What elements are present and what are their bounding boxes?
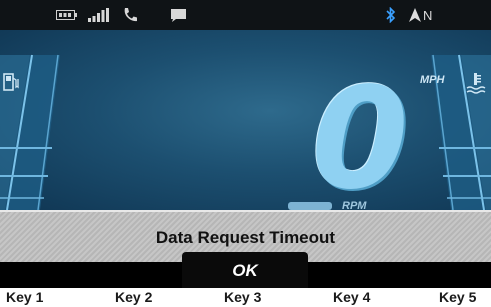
- speedometer-value: 0: [311, 58, 409, 210]
- key-labels-row: Key 1 Key 2 Key 3 Key 4 Key 5: [0, 288, 491, 307]
- speed-unit-label: MPH: [420, 74, 445, 86]
- status-bar: N: [0, 0, 491, 30]
- compass-heading: N: [423, 7, 434, 23]
- key-4-label[interactable]: Key 4: [333, 289, 370, 305]
- dashboard-cluster: MPH 0 RPM: [0, 30, 491, 210]
- key-1-label[interactable]: Key 1: [6, 289, 43, 305]
- signal-icon: [88, 6, 110, 24]
- navigation-arrow-icon: [409, 6, 421, 24]
- rpm-label: RPM: [342, 200, 367, 210]
- battery-icon: [56, 6, 78, 24]
- bluetooth-icon: [386, 6, 396, 24]
- message-icon: [170, 6, 187, 24]
- ok-button[interactable]: OK: [182, 252, 308, 288]
- key-5-label[interactable]: Key 5: [439, 289, 476, 305]
- key-2-label[interactable]: Key 2: [115, 289, 152, 305]
- key-3-label[interactable]: Key 3: [224, 289, 261, 305]
- phone-icon: [122, 6, 138, 24]
